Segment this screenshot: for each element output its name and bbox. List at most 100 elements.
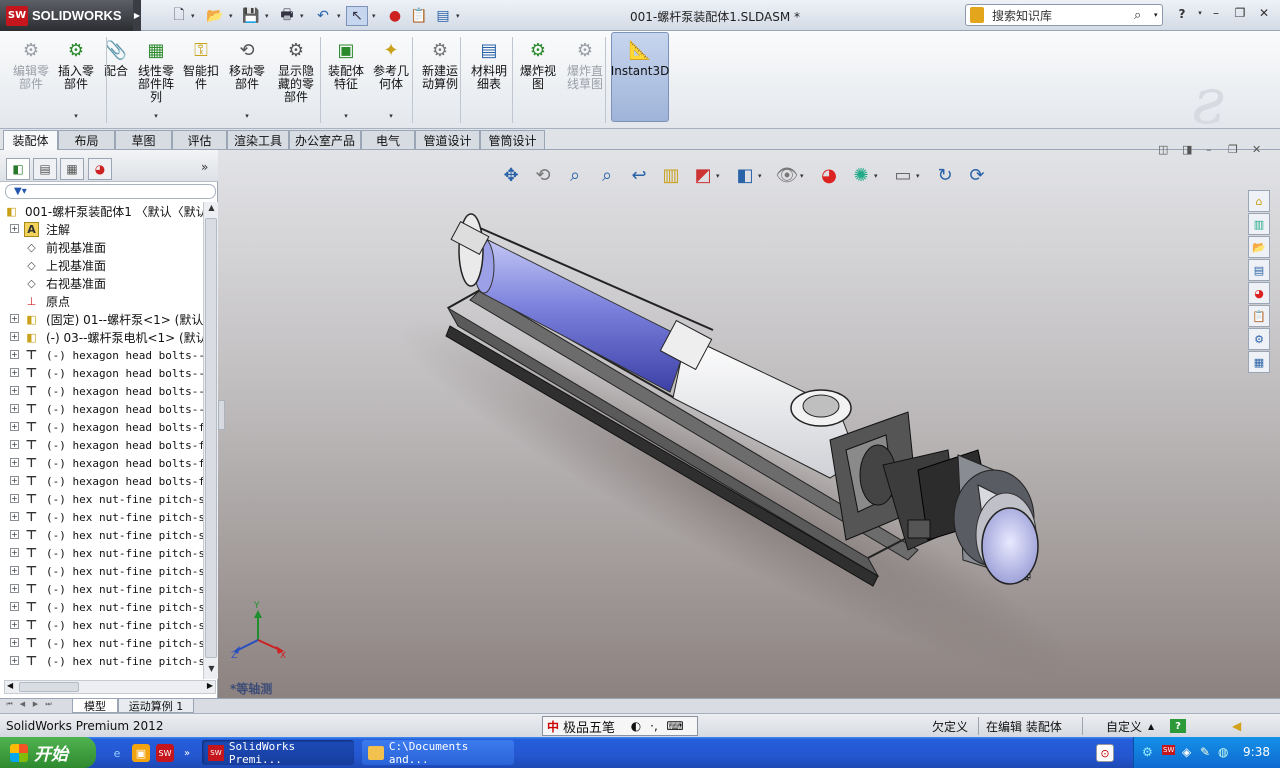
solidworks-forum-icon[interactable]: ▦ xyxy=(1248,351,1270,373)
new-dropdown-icon[interactable]: ▾ xyxy=(191,12,195,20)
units-selector[interactable]: 自定义 xyxy=(1106,717,1142,735)
scroll-thumb[interactable] xyxy=(205,218,217,658)
ime-cn-icon[interactable]: 中 xyxy=(543,718,563,735)
tree-item[interactable]: + ◧ (-) 03--螺杆泵电机<1> (默认 xyxy=(0,328,203,346)
tree-item[interactable]: ◇ 上视基准面 xyxy=(0,256,203,274)
taskbar-explorer-window[interactable]: C:\Documents and... xyxy=(362,740,514,766)
tab-motion-study[interactable]: 运动算例 1 xyxy=(118,699,194,713)
motor-fan-cover[interactable] xyxy=(981,507,1039,585)
tab-5[interactable]: 渲染工具 xyxy=(227,130,289,149)
expand-toggle-icon[interactable]: + xyxy=(10,656,19,665)
tree-item[interactable]: ⊥ 原点 xyxy=(0,292,203,310)
tree-item[interactable]: + ⊤ (-) hex nut-fine pitch-sty xyxy=(0,652,203,670)
tab-9[interactable]: 管筒设计 xyxy=(480,130,545,149)
expand-toggle-icon[interactable]: + xyxy=(10,314,19,323)
ime-punct-icon[interactable]: ·, xyxy=(645,719,663,733)
solidworks-quicklaunch-icon[interactable]: SW xyxy=(156,744,174,762)
tab-7[interactable]: 电气 xyxy=(361,130,415,149)
rebuild-traffic-light-icon[interactable]: ● xyxy=(384,6,406,26)
tree-item[interactable]: + ⊤ (-) hex nut-fine pitch-sty xyxy=(0,526,203,544)
tree-filter-field[interactable]: ▼▾ xyxy=(5,184,216,199)
ie-icon[interactable]: e xyxy=(108,744,126,762)
ribbon-dropdown-icon[interactable]: ▾ xyxy=(74,110,78,123)
tree-item[interactable]: + ⊤ (-) hex nut-fine pitch-sty xyxy=(0,580,203,598)
tree-item[interactable]: + ⊤ (-) hex nut-fine pitch-sty xyxy=(0,490,203,508)
tab-model[interactable]: 模型 xyxy=(72,699,118,713)
expand-toggle-icon[interactable]: + xyxy=(10,224,19,233)
tray-app-icon-3[interactable]: ✎ xyxy=(1200,745,1210,759)
undo-dropdown-icon[interactable]: ▾ xyxy=(337,12,341,20)
search-dropdown-icon[interactable]: ▾ xyxy=(1154,11,1162,19)
ime-bar[interactable]: 中 极品五笔 ◐ ·, ⌨ xyxy=(542,716,698,736)
expand-toggle-icon[interactable]: + xyxy=(10,548,19,557)
solidworks-resources-icon[interactable]: ⌂ xyxy=(1248,190,1270,212)
expand-toggle-icon[interactable]: + xyxy=(10,476,19,485)
expand-toggle-icon[interactable]: + xyxy=(10,440,19,449)
ribbon-button-5[interactable]: ⚿ 智能扣件 xyxy=(180,35,222,125)
tree-item[interactable]: + ⊤ (-) hexagon head bolts--pr xyxy=(0,400,203,418)
tab-8[interactable]: 管道设计 xyxy=(415,130,480,149)
search-icon[interactable]: ⌕ xyxy=(1134,8,1154,23)
appearances-icon[interactable]: ◕ xyxy=(1248,282,1270,304)
tree-item[interactable]: + ⊤ (-) hex nut-fine pitch-sty xyxy=(0,544,203,562)
new-document-icon[interactable]: 🗋 xyxy=(168,6,190,26)
tree-item[interactable]: + ◧ (固定) 01--螺杆泵<1> (默认 xyxy=(0,310,203,328)
ribbon-dropdown-icon[interactable]: ▾ xyxy=(245,110,249,123)
ribbon-button-11[interactable]: ▤ 材料明 细表 xyxy=(468,35,510,125)
options-icon[interactable]: ▤ xyxy=(432,6,454,26)
ribbon-button-6[interactable]: ⟲ 移动零 部件 ▾ xyxy=(226,35,268,125)
tab-4[interactable]: 评估 xyxy=(172,130,227,149)
help-icon[interactable]: ? xyxy=(1172,7,1192,25)
tree-item[interactable]: + ⊤ (-) hexagon head bolts-ful xyxy=(0,454,203,472)
ribbon-button-2[interactable]: ⚙ 插入零 部件 ▾ xyxy=(55,35,97,125)
tree-root[interactable]: ◧ 001-螺杆泵装配体1 〈默认〈默认 xyxy=(0,202,203,220)
start-button[interactable]: 开始 xyxy=(0,737,96,768)
tray-app-icon-2[interactable]: ◈ xyxy=(1182,745,1191,759)
ribbon-button-3[interactable]: 📎 配合 xyxy=(100,35,132,125)
tree-vertical-scrollbar[interactable]: ▲ ▼ xyxy=(203,202,218,679)
ribbon-button-14[interactable]: 📐 Instant3D xyxy=(611,35,670,125)
ribbon-button-13[interactable]: ⚙ 爆炸直 线草图 xyxy=(563,35,607,125)
restore-icon[interactable]: ❐ xyxy=(1230,6,1250,24)
expand-toggle-icon[interactable]: + xyxy=(10,584,19,593)
scroll-right-icon[interactable]: ▶ xyxy=(207,681,213,690)
scroll-left-icon[interactable]: ◀ xyxy=(7,681,13,690)
toolbox-icon[interactable]: ⚙ xyxy=(1248,328,1270,350)
close-icon[interactable]: ✕ xyxy=(1254,6,1274,24)
tree-item[interactable]: + ⊤ (-) hexagon head bolts--pr xyxy=(0,364,203,382)
language-bar-icon[interactable]: ⊙ xyxy=(1096,744,1114,762)
select-cursor-icon[interactable]: ↖ xyxy=(346,6,368,26)
last-tab-arrow-icon[interactable]: ⏭ xyxy=(43,700,54,711)
ribbon-dropdown-icon[interactable]: ▾ xyxy=(344,110,348,123)
ribbon-button-9[interactable]: ✦ 参考几 何体 ▾ xyxy=(370,35,412,125)
menu-expand-arrow-icon[interactable]: ▶ xyxy=(133,0,141,31)
ribbon-dropdown-icon[interactable]: ▾ xyxy=(389,110,393,123)
tree-item[interactable]: + ⊤ (-) hex nut-fine pitch-sty xyxy=(0,598,203,616)
expand-toggle-icon[interactable]: + xyxy=(10,458,19,467)
expand-toggle-icon[interactable]: + xyxy=(10,602,19,611)
property-manager-tab-icon[interactable]: ▤ xyxy=(33,158,57,180)
ribbon-button-12[interactable]: ⚙ 爆炸视图 xyxy=(516,35,560,125)
tree-item[interactable]: + ⊤ (-) hex nut-fine pitch-sty xyxy=(0,508,203,526)
undo-icon[interactable]: ↶ xyxy=(312,6,334,26)
custom-properties-icon[interactable]: 📋 xyxy=(1248,305,1270,327)
expand-toggle-icon[interactable]: + xyxy=(10,530,19,539)
file-explorer-icon[interactable]: 📂 xyxy=(1248,236,1270,258)
tab-3[interactable]: 草图 xyxy=(115,130,172,149)
expand-toggle-icon[interactable]: + xyxy=(10,368,19,377)
tree-item[interactable]: + ⊤ (-) hexagon head bolts-ful xyxy=(0,418,203,436)
expand-toggle-icon[interactable]: + xyxy=(10,494,19,503)
ribbon-button-1[interactable]: ⚙ 编辑零 部件 xyxy=(10,35,52,125)
tree-item[interactable]: + ⊤ (-) hex nut-fine pitch-sty xyxy=(0,616,203,634)
knowledge-search-field[interactable]: 搜索知识库 ⌕ ▾ xyxy=(965,4,1163,26)
quicklaunch-more-icon[interactable]: » xyxy=(178,744,196,762)
open-folder-icon[interactable]: 📂 xyxy=(204,6,226,26)
ribbon-dropdown-icon[interactable]: ▾ xyxy=(154,110,158,123)
help-status-icon[interactable]: ? xyxy=(1170,719,1186,733)
tab-6[interactable]: 办公室产品 xyxy=(289,130,361,149)
feature-tree-tab-icon[interactable]: ◧ xyxy=(6,158,30,180)
tree-item[interactable]: + ⊤ (-) hexagon head bolts--pr xyxy=(0,382,203,400)
ribbon-button-8[interactable]: ▣ 装配体 特征 ▾ xyxy=(326,35,366,125)
ime-half-width-icon[interactable]: ◐ xyxy=(627,719,645,733)
select-dropdown-icon[interactable]: ▾ xyxy=(372,12,376,20)
